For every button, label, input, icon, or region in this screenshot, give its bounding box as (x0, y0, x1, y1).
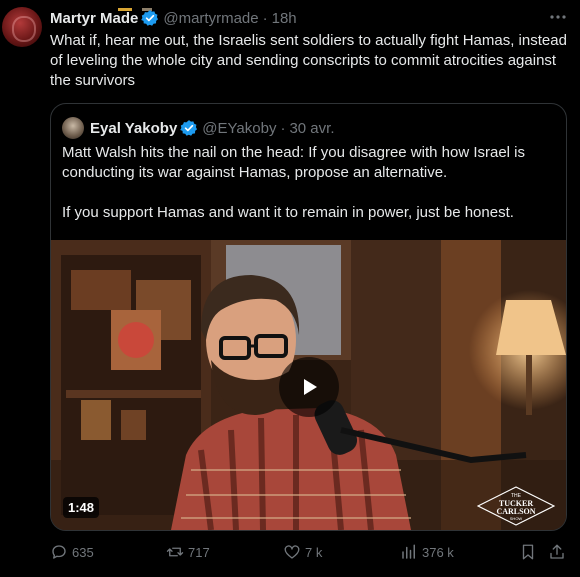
like-count: 7 k (305, 544, 323, 560)
share-icon[interactable] (548, 543, 566, 561)
repost-count: 717 (188, 544, 210, 560)
like-button[interactable]: 7 k (283, 541, 322, 563)
quoted-paragraph-2: If you support Hamas and want it to rema… (62, 204, 514, 221)
reply-button[interactable]: 635 (50, 541, 94, 563)
quoted-tweet-text: Matt Walsh hits the nail on the head: If… (62, 143, 557, 223)
separator-dot: · (280, 119, 286, 137)
logo-text-carlson: CARLSON (496, 507, 535, 516)
tucker-carlson-show-logo: THE TUCKER CARLSON SHOW (477, 486, 555, 526)
quoted-tweet-time: 30 avr. (289, 119, 335, 137)
repost-icon (166, 547, 184, 557)
play-icon (304, 379, 317, 395)
author-name[interactable]: Martyr Made (50, 10, 138, 27)
more-options-icon[interactable] (548, 9, 568, 25)
heart-icon (284, 545, 300, 559)
play-button[interactable] (279, 357, 339, 417)
views-button[interactable]: 376 k (400, 541, 454, 563)
bookmark-icon[interactable] (519, 543, 537, 561)
tweet-time[interactable]: 18h (272, 10, 297, 27)
verified-badge-icon (141, 10, 159, 26)
separator-dot: · (262, 9, 268, 27)
author-handle[interactable]: @martyrmade (163, 10, 258, 27)
analytics-icon (402, 544, 415, 559)
quoted-author-avatar (62, 117, 84, 139)
logo-text-show: SHOW (510, 516, 523, 521)
previous-tweet-fragment (118, 0, 178, 11)
quoted-paragraph-1: Matt Walsh hits the nail on the head: If… (62, 144, 526, 181)
quoted-author-handle: @EYakoby (202, 119, 277, 137)
reply-count: 635 (72, 544, 94, 560)
view-count: 376 k (422, 544, 454, 560)
tweet-actions: 635 717 7 k 376 k (50, 541, 570, 563)
tweet-header: Martyr Made @martyrmade · 18h (50, 8, 297, 28)
video-duration: 1:48 (63, 497, 100, 518)
repost-button[interactable]: 717 (166, 541, 210, 563)
video-player[interactable]: 1:48 THE TUCKER CARLSON SHOW (51, 240, 566, 530)
quoted-tweet-card[interactable]: Eyal Yakoby @EYakoby · 30 avr. Matt Wals… (50, 103, 567, 531)
quoted-tweet-header: Eyal Yakoby @EYakoby · 30 avr. (62, 117, 334, 139)
verified-badge-icon (180, 120, 198, 136)
tweet-text: What if, hear me out, the Israelis sent … (50, 32, 567, 89)
author-avatar[interactable] (2, 7, 42, 47)
quoted-author-name: Eyal Yakoby (90, 119, 178, 137)
reply-icon (52, 545, 66, 559)
